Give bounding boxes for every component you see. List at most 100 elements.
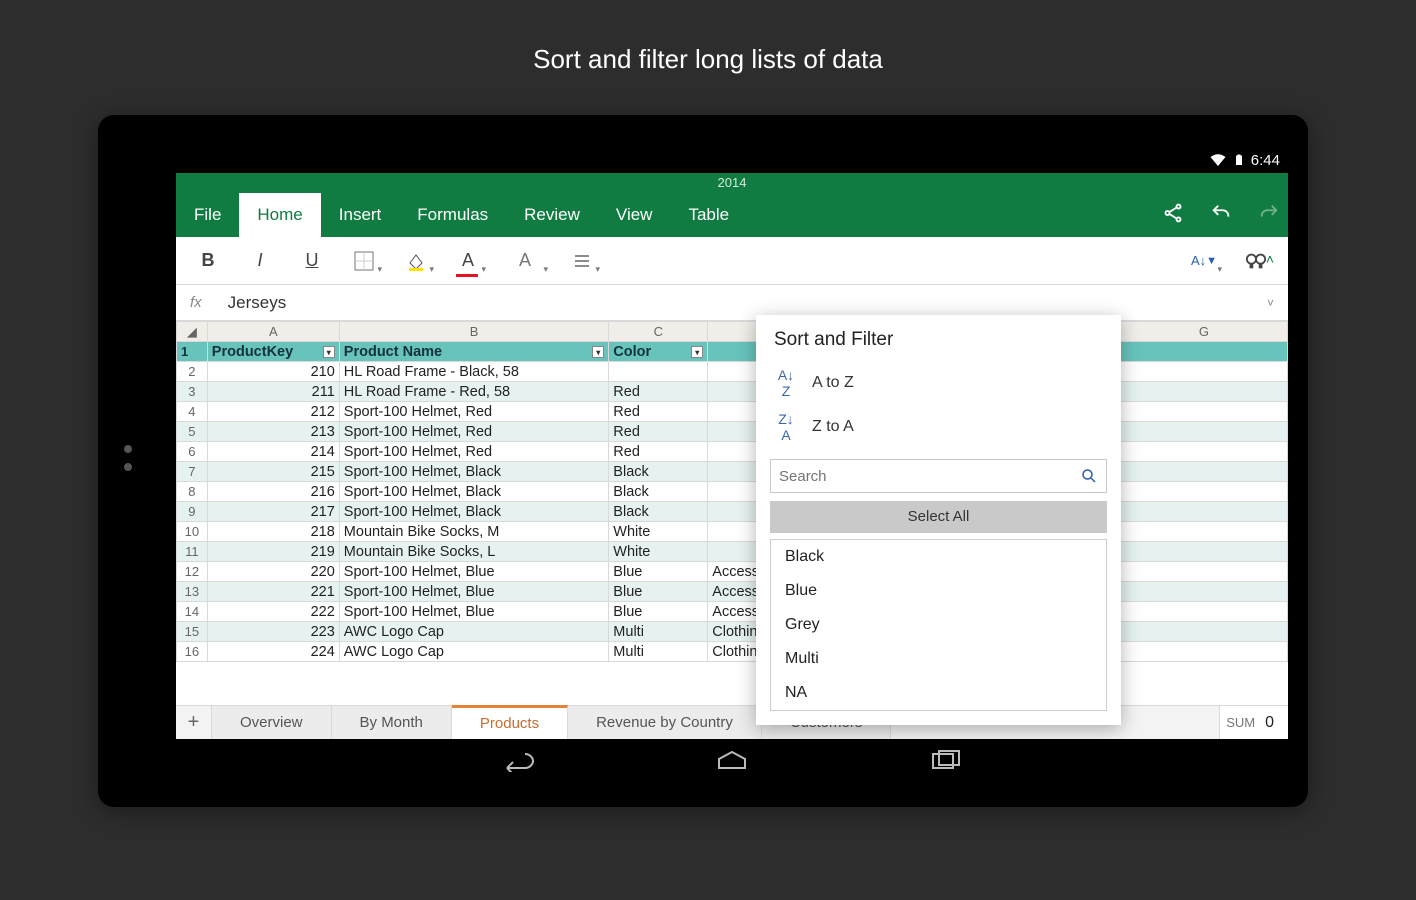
cell-productname[interactable]: Sport-100 Helmet, Black: [339, 462, 609, 482]
table-header[interactable]: Color▾: [609, 342, 708, 362]
italic-button[interactable]: I: [238, 237, 282, 285]
row-header[interactable]: 9: [177, 502, 208, 522]
collapse-ribbon-icon[interactable]: ˄: [1266, 251, 1274, 267]
filter-item[interactable]: Black: [771, 540, 1106, 574]
filter-search-input[interactable]: [779, 468, 1080, 485]
cell-productname[interactable]: AWC Logo Cap: [339, 622, 609, 642]
back-button[interactable]: [501, 750, 535, 777]
sheet-tab-overview[interactable]: Overview: [212, 706, 332, 739]
cell-empty[interactable]: [1120, 402, 1287, 422]
expand-formula-icon[interactable]: ˅: [1267, 296, 1274, 310]
cell-empty[interactable]: [1120, 622, 1287, 642]
font-size-button[interactable]: A▾: [498, 237, 552, 285]
cell-empty[interactable]: [1120, 382, 1287, 402]
ribbon-tab-file[interactable]: File: [176, 193, 239, 237]
cell-empty[interactable]: [1120, 522, 1287, 542]
row-header[interactable]: 8: [177, 482, 208, 502]
col-header-C[interactable]: C: [609, 322, 708, 342]
ribbon-tab-formulas[interactable]: Formulas: [399, 193, 506, 237]
row-header[interactable]: 5: [177, 422, 208, 442]
spreadsheet-grid[interactable]: ◢ABCDEFG1ProductKey▾Product Name▾Color▾2…: [176, 321, 1288, 705]
cell-empty[interactable]: [1120, 642, 1287, 662]
add-sheet-button[interactable]: +: [176, 706, 212, 739]
sheet-tab-products[interactable]: Products: [452, 705, 568, 739]
cell-color[interactable]: Red: [609, 422, 708, 442]
cell-empty[interactable]: [1120, 442, 1287, 462]
cell-productname[interactable]: Sport-100 Helmet, Black: [339, 502, 609, 522]
table-header[interactable]: [1120, 342, 1287, 362]
row-header[interactable]: 14: [177, 602, 208, 622]
cell-productname[interactable]: Sport-100 Helmet, Blue: [339, 582, 609, 602]
cell-productname[interactable]: Mountain Bike Socks, L: [339, 542, 609, 562]
row-header-1[interactable]: 1: [177, 342, 208, 362]
formula-bar[interactable]: fx Jerseys ˅: [176, 285, 1288, 321]
cell-empty[interactable]: [1120, 422, 1287, 442]
font-color-button[interactable]: A ▾: [446, 237, 490, 285]
cell-productname[interactable]: HL Road Frame - Red, 58: [339, 382, 609, 402]
cell-productname[interactable]: Sport-100 Helmet, Blue: [339, 562, 609, 582]
home-button[interactable]: [715, 750, 749, 777]
cell-productkey[interactable]: 220: [207, 562, 339, 582]
cell-productkey[interactable]: 224: [207, 642, 339, 662]
cell-productname[interactable]: AWC Logo Cap: [339, 642, 609, 662]
cell-empty[interactable]: [1120, 482, 1287, 502]
row-header[interactable]: 13: [177, 582, 208, 602]
cell-color[interactable]: Blue: [609, 582, 708, 602]
cell-color[interactable]: White: [609, 522, 708, 542]
filter-dropdown-icon[interactable]: ▾: [691, 346, 703, 358]
col-header-A[interactable]: A: [207, 322, 339, 342]
filter-search[interactable]: [770, 459, 1107, 493]
ribbon-tab-view[interactable]: View: [598, 193, 671, 237]
cell-color[interactable]: Red: [609, 402, 708, 422]
cell-color[interactable]: Multi: [609, 622, 708, 642]
cell-productkey[interactable]: 218: [207, 522, 339, 542]
col-header-G[interactable]: G: [1120, 322, 1287, 342]
bold-button[interactable]: B: [186, 237, 230, 285]
sort-filter-button[interactable]: A↓▼▾: [1182, 237, 1226, 285]
cell-color[interactable]: White: [609, 542, 708, 562]
cell-productname[interactable]: Sport-100 Helmet, Red: [339, 422, 609, 442]
table-header[interactable]: Product Name▾: [339, 342, 609, 362]
cell-color[interactable]: Blue: [609, 562, 708, 582]
cell-productkey[interactable]: 211: [207, 382, 339, 402]
ribbon-tab-table[interactable]: Table: [670, 193, 747, 237]
col-header-B[interactable]: B: [339, 322, 609, 342]
table-header[interactable]: ProductKey▾: [207, 342, 339, 362]
fill-color-button[interactable]: ▾: [394, 237, 438, 285]
cell-color[interactable]: Black: [609, 482, 708, 502]
cell-productkey[interactable]: 216: [207, 482, 339, 502]
row-header[interactable]: 2: [177, 362, 208, 382]
cell-empty[interactable]: [1120, 462, 1287, 482]
row-header[interactable]: 11: [177, 542, 208, 562]
sort-atoz[interactable]: A↓Z A to Z: [756, 361, 1121, 405]
filter-item[interactable]: Grey: [771, 608, 1106, 642]
cell-empty[interactable]: [1120, 362, 1287, 382]
cell-productkey[interactable]: 214: [207, 442, 339, 462]
cell-color[interactable]: Black: [609, 462, 708, 482]
row-header[interactable]: 16: [177, 642, 208, 662]
cell-productkey[interactable]: 217: [207, 502, 339, 522]
borders-button[interactable]: ▾: [342, 237, 386, 285]
cell-productkey[interactable]: 223: [207, 622, 339, 642]
row-header[interactable]: 6: [177, 442, 208, 462]
ribbon-tab-home[interactable]: Home: [239, 193, 320, 237]
underline-button[interactable]: U: [290, 237, 334, 285]
row-header[interactable]: 12: [177, 562, 208, 582]
cell-empty[interactable]: [1120, 562, 1287, 582]
cell-productkey[interactable]: 210: [207, 362, 339, 382]
redo-icon[interactable]: [1258, 202, 1280, 229]
share-icon[interactable]: [1162, 202, 1184, 229]
row-header[interactable]: 15: [177, 622, 208, 642]
aggregate-label[interactable]: SUM: [1226, 715, 1255, 730]
row-header[interactable]: 7: [177, 462, 208, 482]
cell-empty[interactable]: [1120, 582, 1287, 602]
filter-dropdown-icon[interactable]: ▾: [323, 346, 335, 358]
cell-productname[interactable]: Mountain Bike Socks, M: [339, 522, 609, 542]
cell-empty[interactable]: [1120, 502, 1287, 522]
select-all-button[interactable]: Select All: [770, 501, 1107, 533]
cell-color[interactable]: Multi: [609, 642, 708, 662]
cell-productkey[interactable]: 213: [207, 422, 339, 442]
cell-productname[interactable]: Sport-100 Helmet, Black: [339, 482, 609, 502]
filter-dropdown-icon[interactable]: ▾: [592, 346, 604, 358]
sheet-tab-by-month[interactable]: By Month: [332, 706, 452, 739]
